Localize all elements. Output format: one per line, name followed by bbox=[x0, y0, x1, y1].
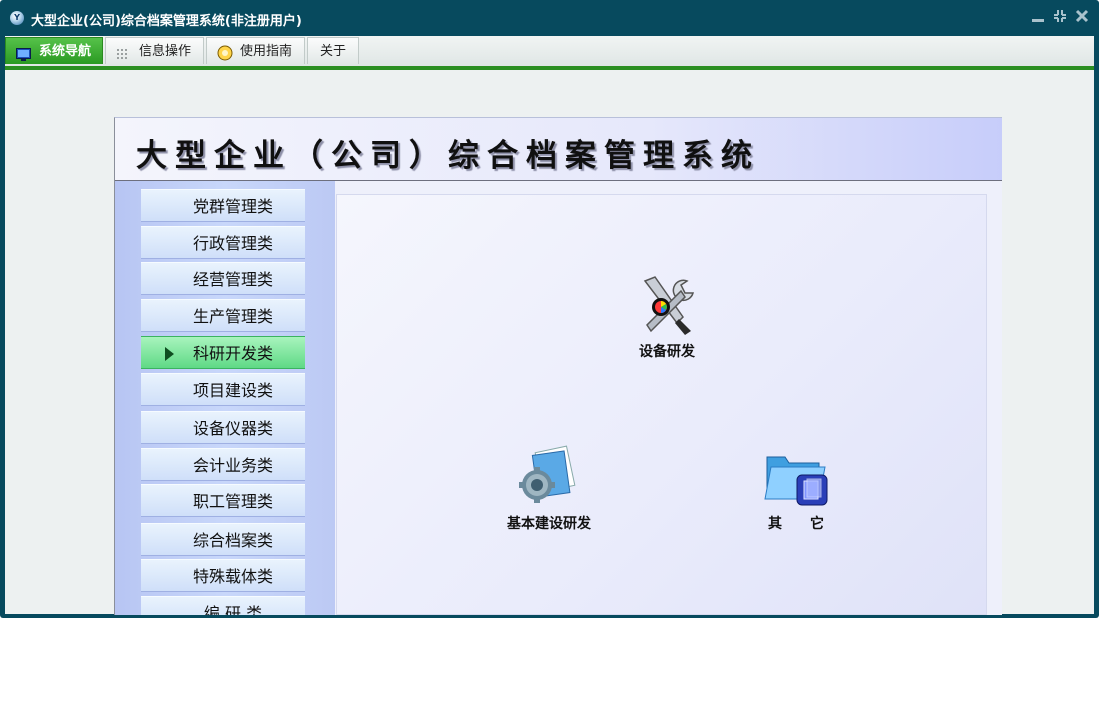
sidebar-item-research[interactable]: 科研开发类 bbox=[141, 336, 305, 369]
sidebar-item-accounting[interactable]: 会计业务类 bbox=[141, 448, 305, 481]
monitor-icon bbox=[16, 44, 31, 61]
tab-user-guide[interactable]: 使用指南 bbox=[206, 37, 305, 64]
tab-label: 信息操作 bbox=[139, 44, 192, 59]
tab-info-operation[interactable]: 信息操作 bbox=[105, 37, 204, 64]
app-logo-icon: Y bbox=[10, 11, 24, 25]
system-header: 大型企业（公司）综合档案管理系统 bbox=[115, 118, 1002, 181]
sidebar-item-label: 项目建设类 bbox=[192, 381, 273, 400]
folder-icon bbox=[751, 445, 841, 513]
app-window: Y 大型企业(公司)综合档案管理系统(非注册用户) 系统导航 信息操作 使用指南… bbox=[0, 0, 1099, 618]
sidebar-item-compilation[interactable]: 编 研 类 bbox=[141, 596, 305, 615]
sidebar-item-equipment[interactable]: 设备仪器类 bbox=[141, 411, 305, 444]
sidebar-item-label: 综合档案类 bbox=[192, 531, 273, 550]
window-title: 大型企业(公司)综合档案管理系统(非注册用户) bbox=[31, 14, 302, 29]
tab-about[interactable]: 关于 bbox=[307, 37, 359, 64]
tab-label: 关于 bbox=[320, 44, 347, 59]
sidebar-item-general-archives[interactable]: 综合档案类 bbox=[141, 523, 305, 556]
sidebar-item-projects[interactable]: 项目建设类 bbox=[141, 373, 305, 406]
sidebar-item-label: 会计业务类 bbox=[192, 456, 273, 475]
sidebar-item-label: 行政管理类 bbox=[192, 234, 273, 253]
gear-document-icon bbox=[489, 445, 609, 513]
navigation-panel: 大型企业（公司）综合档案管理系统 党群管理类 行政管理类 经营管理类 生产管理类… bbox=[114, 117, 1002, 615]
close-icon[interactable] bbox=[1074, 9, 1090, 25]
sidebar-item-label: 经营管理类 bbox=[192, 270, 273, 289]
tools-icon bbox=[627, 273, 707, 341]
page-title: 大型企业（公司）综合档案管理系统 bbox=[136, 138, 760, 174]
menu-bar: 系统导航 信息操作 使用指南 关于 bbox=[5, 36, 1094, 67]
sidebar-item-production[interactable]: 生产管理类 bbox=[141, 299, 305, 332]
module-label: 其 它 bbox=[768, 516, 824, 532]
sidebar-item-special-media[interactable]: 特殊载体类 bbox=[141, 559, 305, 592]
sidebar-item-label: 特殊载体类 bbox=[192, 567, 273, 586]
compass-icon bbox=[217, 44, 233, 61]
grid-icon bbox=[116, 44, 130, 59]
main-area: 大型企业（公司）综合档案管理系统 党群管理类 行政管理类 经营管理类 生产管理类… bbox=[5, 70, 1094, 615]
module-infrastructure-rnd[interactable]: 基本建设研发 bbox=[489, 445, 609, 533]
sidebar-item-business[interactable]: 经营管理类 bbox=[141, 262, 305, 295]
title-bar[interactable]: Y 大型企业(公司)综合档案管理系统(非注册用户) bbox=[0, 0, 1099, 36]
tab-label: 使用指南 bbox=[240, 44, 293, 59]
module-other[interactable]: 其 它 bbox=[751, 445, 841, 533]
sidebar-item-staff[interactable]: 职工管理类 bbox=[141, 484, 305, 517]
sidebar-item-label: 科研开发类 bbox=[192, 344, 273, 363]
selected-arrow-icon bbox=[165, 347, 174, 361]
sidebar-item-label: 设备仪器类 bbox=[192, 419, 273, 438]
sidebar-item-party[interactable]: 党群管理类 bbox=[141, 189, 305, 222]
module-area: 设备研发 基本建设研发 其 它 bbox=[336, 194, 987, 615]
sidebar-item-label: 党群管理类 bbox=[192, 197, 273, 216]
sidebar-item-label: 生产管理类 bbox=[192, 307, 273, 326]
sidebar-item-label: 编 研 类 bbox=[203, 604, 263, 615]
tab-label: 系统导航 bbox=[39, 44, 92, 59]
sidebar-item-label: 职工管理类 bbox=[192, 492, 273, 511]
module-equipment-rnd[interactable]: 设备研发 bbox=[627, 273, 707, 361]
restore-icon[interactable] bbox=[1052, 9, 1068, 25]
sidebar-item-administration[interactable]: 行政管理类 bbox=[141, 226, 305, 259]
category-sidebar: 党群管理类 行政管理类 经营管理类 生产管理类 科研开发类 项目建设类 设备仪器… bbox=[115, 181, 335, 615]
module-label: 设备研发 bbox=[639, 344, 695, 360]
module-label: 基本建设研发 bbox=[507, 516, 591, 532]
tab-system-navigation[interactable]: 系统导航 bbox=[5, 37, 103, 64]
minimize-icon[interactable] bbox=[1030, 9, 1046, 25]
